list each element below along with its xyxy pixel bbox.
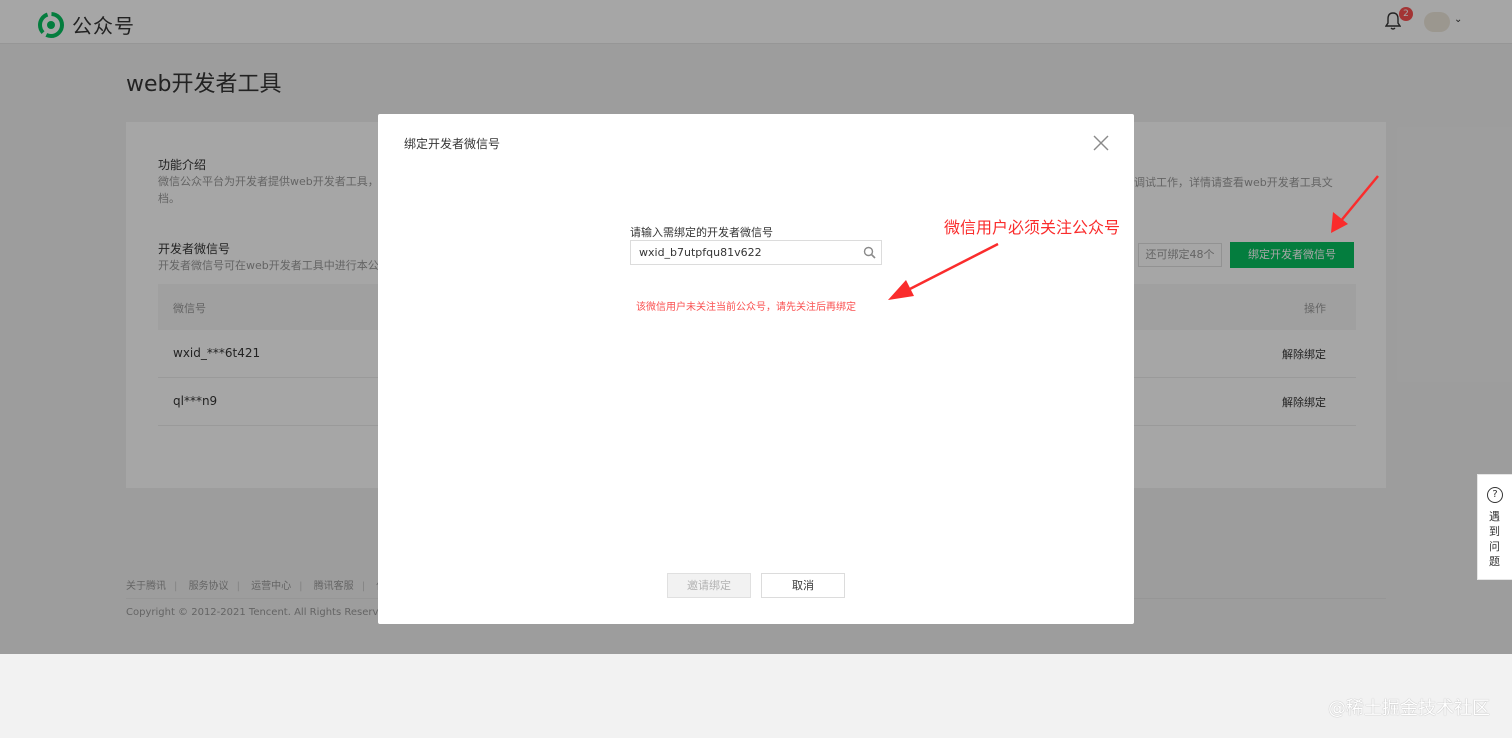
bind-developer-dialog: 绑定开发者微信号 请输入需绑定的开发者微信号 该微信用户未关注当前公众号，请先关… [378,114,1134,624]
search-icon[interactable] [863,246,876,259]
annotation-text: 微信用户必须关注公众号 [944,218,1121,237]
wechat-id-field-label: 请输入需绑定的开发者微信号 [630,226,773,239]
watermark: @稀土掘金技术社区 [1328,698,1490,719]
help-widget[interactable]: ? 遇到问题 [1477,474,1512,580]
error-message: 该微信用户未关注当前公众号，请先关注后再绑定 [636,302,856,313]
dialog-title: 绑定开发者微信号 [404,137,501,151]
wechat-id-input[interactable] [631,241,855,264]
wechat-id-field [630,240,882,265]
cancel-button[interactable]: 取消 [761,573,845,598]
close-icon[interactable] [1092,134,1110,152]
help-label: 遇到问题 [1489,510,1500,568]
question-icon: ? [1487,487,1503,503]
invite-bind-button[interactable]: 邀请绑定 [667,573,751,598]
